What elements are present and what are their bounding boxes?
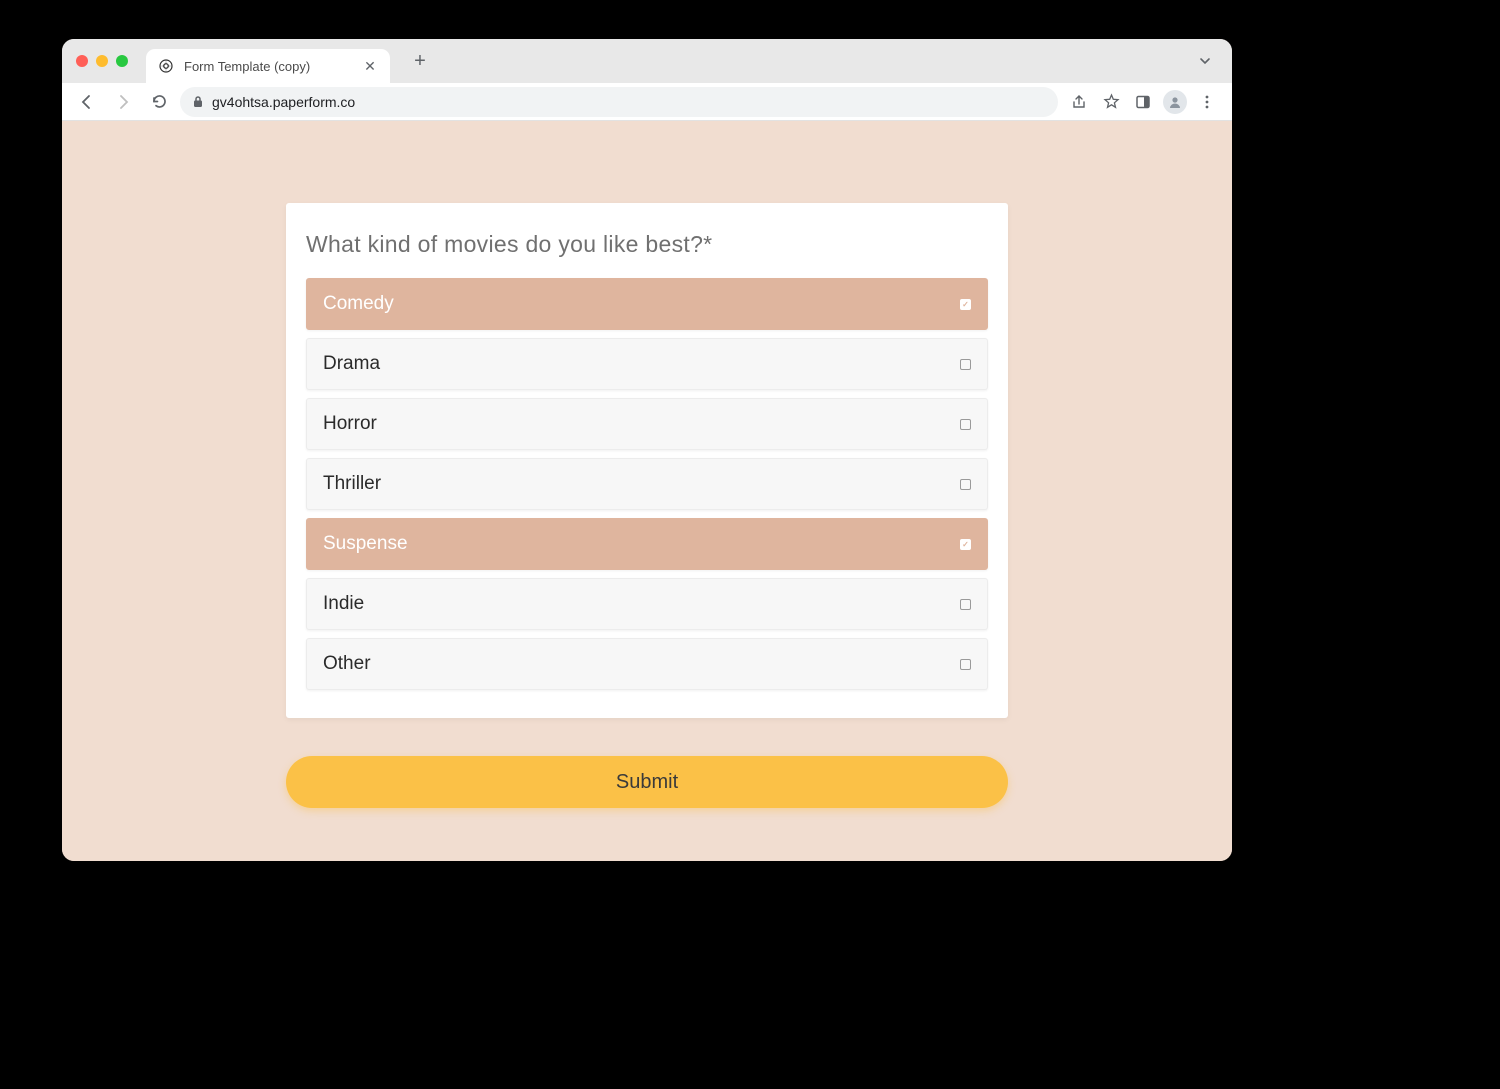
option-label: Other	[323, 653, 371, 675]
window-controls	[76, 55, 128, 67]
url-text: gv4ohtsa.paperform.co	[212, 94, 355, 110]
option-other[interactable]: Other	[306, 638, 988, 690]
option-suspense[interactable]: Suspense	[306, 518, 988, 570]
menu-icon[interactable]	[1192, 87, 1222, 117]
option-comedy[interactable]: Comedy	[306, 278, 988, 330]
forward-button[interactable]	[108, 87, 138, 117]
minimize-window-button[interactable]	[96, 55, 108, 67]
option-label: Horror	[323, 413, 377, 435]
maximize-window-button[interactable]	[116, 55, 128, 67]
toolbar-right	[1064, 87, 1222, 117]
option-horror[interactable]: Horror	[306, 398, 988, 450]
option-label: Drama	[323, 353, 380, 375]
browser-window: Form Template (copy) ✕ + gv4ohtsa.paperf…	[62, 39, 1232, 861]
option-label: Suspense	[323, 533, 408, 555]
close-tab-icon[interactable]: ✕	[362, 58, 378, 75]
new-tab-button[interactable]: +	[406, 47, 434, 75]
option-drama[interactable]: Drama	[306, 338, 988, 390]
option-indie[interactable]: Indie	[306, 578, 988, 630]
checkbox-icon	[960, 659, 971, 670]
question-text: What kind of movies do you like best?*	[306, 231, 988, 258]
close-window-button[interactable]	[76, 55, 88, 67]
back-button[interactable]	[72, 87, 102, 117]
submit-button[interactable]: Submit	[286, 756, 1008, 808]
option-label: Thriller	[323, 473, 381, 495]
address-bar[interactable]: gv4ohtsa.paperform.co	[180, 87, 1058, 117]
submit-label: Submit	[616, 771, 678, 794]
checkbox-icon	[960, 539, 971, 550]
tabs-dropdown-icon[interactable]	[1192, 48, 1218, 74]
toolbar: gv4ohtsa.paperform.co	[62, 83, 1232, 121]
bookmark-icon[interactable]	[1096, 87, 1126, 117]
form-card: What kind of movies do you like best?* C…	[286, 203, 1008, 718]
share-icon[interactable]	[1064, 87, 1094, 117]
checkbox-icon	[960, 419, 971, 430]
option-label: Indie	[323, 593, 364, 615]
checkbox-icon	[960, 299, 971, 310]
options-list: Comedy Drama Horror Thriller Suspense Indie Ot…	[306, 278, 988, 690]
page-content: What kind of movies do you like best?* C…	[62, 121, 1232, 861]
side-panel-icon[interactable]	[1128, 87, 1158, 117]
checkbox-icon	[960, 479, 971, 490]
titlebar: Form Template (copy) ✕ +	[62, 39, 1232, 83]
browser-tab[interactable]: Form Template (copy) ✕	[146, 49, 390, 83]
checkbox-icon	[960, 359, 971, 370]
tab-title: Form Template (copy)	[184, 59, 352, 74]
reload-button[interactable]	[144, 87, 174, 117]
favicon-icon	[158, 58, 174, 74]
checkbox-icon	[960, 599, 971, 610]
lock-icon	[192, 95, 204, 108]
option-label: Comedy	[323, 293, 394, 315]
option-thriller[interactable]: Thriller	[306, 458, 988, 510]
profile-avatar[interactable]	[1160, 87, 1190, 117]
